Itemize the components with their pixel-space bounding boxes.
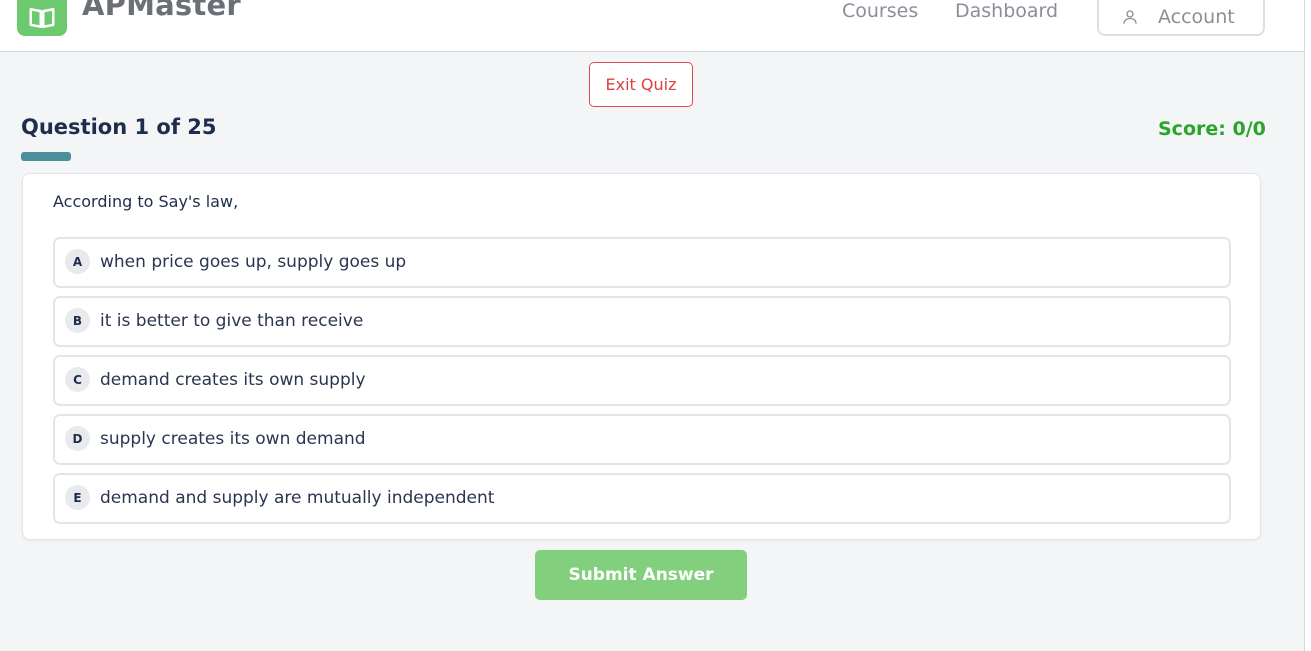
- question-card: According to Say's law, A when price goe…: [22, 173, 1261, 540]
- user-icon: [1123, 10, 1137, 24]
- exit-quiz-button[interactable]: Exit Quiz: [589, 62, 693, 107]
- quiz-progress-bar: [21, 152, 1261, 161]
- option-letter-badge: C: [65, 367, 90, 392]
- option-text: it is better to give than receive: [100, 311, 364, 331]
- option-letter-badge: B: [65, 308, 90, 333]
- option-text: demand and supply are mutually independe…: [100, 488, 495, 508]
- question-text: According to Say's law,: [53, 192, 239, 211]
- scrollbar[interactable]: [1304, 0, 1311, 651]
- option-b[interactable]: B it is better to give than receive: [53, 296, 1231, 347]
- option-letter-badge: D: [65, 426, 90, 451]
- option-letter-badge: E: [65, 485, 90, 510]
- nav-dashboard-link[interactable]: Dashboard: [955, 0, 1058, 22]
- option-d[interactable]: D supply creates its own demand: [53, 414, 1231, 465]
- option-letter-badge: A: [65, 249, 90, 274]
- account-button[interactable]: Account: [1097, 0, 1265, 36]
- option-c[interactable]: C demand creates its own supply: [53, 355, 1231, 406]
- quiz-progress-fill: [21, 152, 71, 161]
- score-display: Score: 0/0: [1158, 118, 1266, 140]
- brand-name[interactable]: APMaster: [82, 0, 241, 22]
- question-counter: Question 1 of 25: [21, 115, 217, 139]
- option-text: supply creates its own demand: [100, 429, 366, 449]
- option-e[interactable]: E demand and supply are mutually indepen…: [53, 473, 1231, 524]
- option-text: when price goes up, supply goes up: [100, 252, 407, 272]
- nav-courses-link[interactable]: Courses: [842, 0, 918, 22]
- top-header: APMaster Courses Dashboard Account: [0, 0, 1304, 52]
- open-book-icon: [29, 8, 55, 28]
- logo[interactable]: [17, 0, 67, 36]
- submit-answer-button[interactable]: Submit Answer: [535, 550, 747, 600]
- account-label: Account: [1158, 6, 1235, 28]
- option-text: demand creates its own supply: [100, 370, 366, 390]
- option-a[interactable]: A when price goes up, supply goes up: [53, 237, 1231, 288]
